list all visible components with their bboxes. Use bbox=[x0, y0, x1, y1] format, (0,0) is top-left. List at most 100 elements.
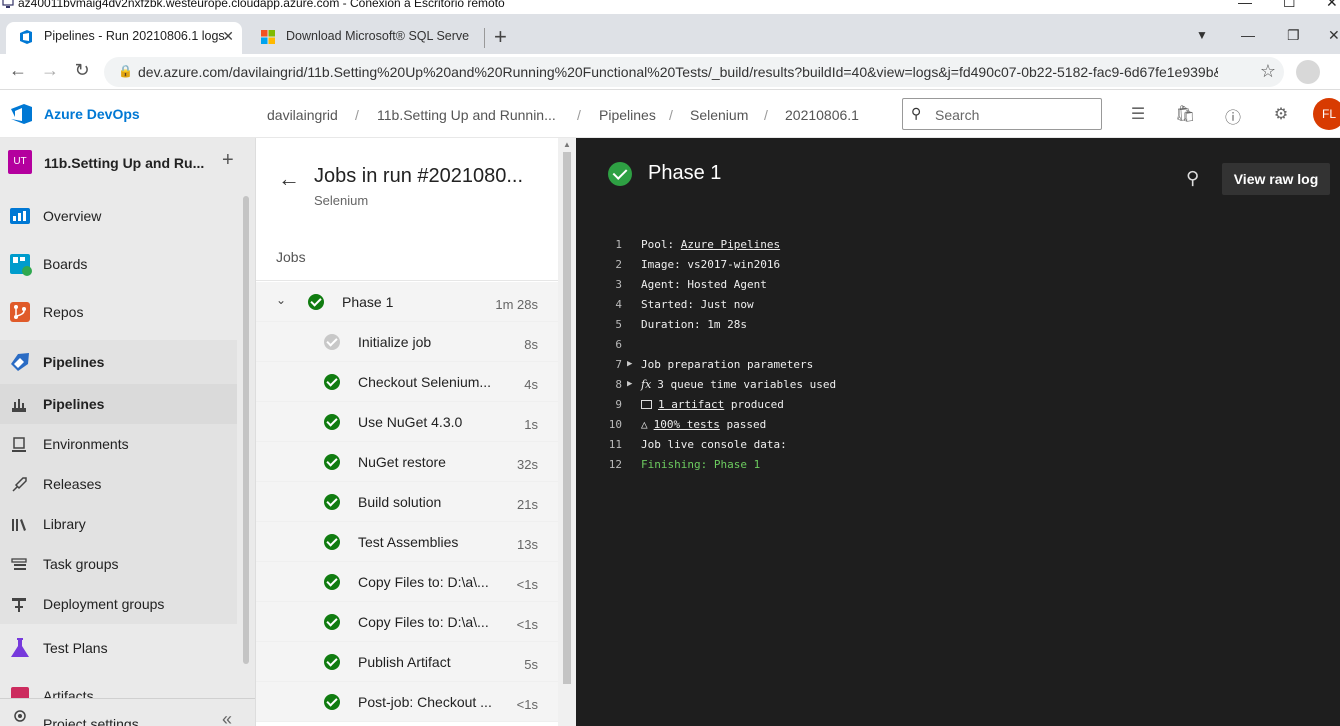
success-check-icon bbox=[324, 494, 340, 510]
project-settings[interactable]: Project settings « bbox=[0, 698, 255, 726]
pool-link[interactable]: Azure Pipelines bbox=[681, 238, 780, 251]
step-row[interactable]: Copy Files to: D:\a\... <1s bbox=[256, 562, 558, 602]
step-name: Test Assemblies bbox=[358, 534, 459, 550]
nav-item-task-groups[interactable]: Task groups bbox=[0, 544, 237, 584]
work-items-list-icon[interactable]: ☰ bbox=[1128, 104, 1148, 124]
browser-toolbar: ← → ↻ 🔒 dev.azure.com/davilaingrid/11b.S… bbox=[0, 54, 1340, 90]
browser-tab-sql-download[interactable]: Download Microsoft® SQL Serve bbox=[248, 22, 484, 54]
log-text: produced bbox=[724, 398, 784, 411]
success-check-icon bbox=[324, 614, 340, 630]
step-row[interactable]: Use NuGet 4.3.0 1s bbox=[256, 402, 558, 442]
nav-item-library[interactable]: Library bbox=[0, 504, 237, 544]
search-placeholder: Search bbox=[935, 107, 980, 123]
nav-item-deployment-groups[interactable]: Deployment groups bbox=[0, 584, 237, 624]
nav-item-boards[interactable]: Boards bbox=[0, 244, 237, 284]
nav-item-environments[interactable]: Environments bbox=[0, 424, 237, 464]
log-text: Started: Just now bbox=[641, 298, 754, 311]
browser-tab-pipelines[interactable]: Pipelines - Run 20210806.1 logs ✕ bbox=[6, 22, 242, 54]
tab-label: Download Microsoft® SQL Serve bbox=[286, 29, 470, 43]
tests-link[interactable]: 100% tests bbox=[654, 418, 720, 431]
view-raw-log-button[interactable]: View raw log bbox=[1222, 163, 1330, 195]
gear-icon bbox=[14, 710, 26, 722]
tab-search-icon[interactable]: ▼ bbox=[1196, 28, 1208, 42]
browser-restore-icon[interactable]: ❐ bbox=[1287, 27, 1300, 44]
breadcrumb-project[interactable]: 11b.Setting Up and Runnin... bbox=[377, 107, 556, 123]
overview-icon bbox=[10, 208, 30, 224]
reload-icon[interactable]: ↻ bbox=[70, 60, 94, 81]
new-tab-icon[interactable]: + bbox=[494, 24, 507, 50]
nav-scrollbar[interactable] bbox=[243, 196, 249, 664]
line-number: 7 bbox=[615, 358, 622, 371]
forward-arrow-icon[interactable]: → bbox=[38, 60, 62, 81]
nav-item-releases[interactable]: Releases bbox=[0, 464, 237, 504]
breadcrumb-organization[interactable]: davilaingrid bbox=[267, 107, 338, 123]
success-check-icon bbox=[324, 654, 340, 670]
help-icon[interactable]: ⓘ bbox=[1223, 104, 1243, 128]
chevron-down-icon[interactable]: ⌄ bbox=[276, 293, 286, 307]
step-row[interactable]: NuGet restore 32s bbox=[256, 442, 558, 482]
step-name: Publish Artifact bbox=[358, 654, 451, 670]
expand-triangle-icon[interactable]: ▶ bbox=[627, 359, 632, 369]
browser-close-icon[interactable]: ✕ bbox=[1328, 27, 1340, 44]
collapse-nav-icon[interactable]: « bbox=[222, 709, 232, 726]
line-number: 8 bbox=[615, 378, 622, 391]
pipeline-name[interactable]: Selenium bbox=[314, 193, 368, 208]
tab-close-icon[interactable]: ✕ bbox=[222, 22, 234, 50]
breadcrumb-pipeline[interactable]: Selenium bbox=[690, 107, 748, 123]
nav-item-pipelines[interactable]: Pipelines bbox=[0, 384, 237, 424]
address-bar[interactable]: 🔒 dev.azure.com/davilaingrid/11b.Setting… bbox=[104, 57, 1284, 87]
nav-item-repos[interactable]: Repos bbox=[0, 292, 237, 332]
jobs-scrollbar[interactable]: ▲ bbox=[558, 138, 576, 726]
step-row[interactable]: Test Assemblies 13s bbox=[256, 522, 558, 562]
step-duration: 8s bbox=[524, 337, 538, 352]
add-icon[interactable]: + bbox=[222, 149, 234, 172]
repos-icon bbox=[10, 302, 30, 322]
step-name: Checkout Selenium... bbox=[358, 374, 492, 390]
browser-minimize-icon[interactable]: — bbox=[1241, 27, 1255, 43]
step-row[interactable]: Publish Artifact 5s bbox=[256, 642, 558, 682]
breadcrumb-pipelines[interactable]: Pipelines bbox=[599, 107, 656, 123]
job-row-phase[interactable]: ⌄ Phase 1 1m 28s bbox=[256, 282, 558, 322]
browser-tabstrip: Pipelines - Run 20210806.1 logs ✕ Downlo… bbox=[0, 14, 1340, 54]
back-arrow-icon[interactable]: ← bbox=[6, 60, 30, 81]
step-row[interactable]: Initialize job 8s bbox=[256, 322, 558, 362]
browser-profile-icon[interactable] bbox=[1296, 60, 1320, 84]
search-icon[interactable]: ⚲ bbox=[1186, 168, 1199, 189]
back-arrow-icon[interactable]: ← bbox=[278, 166, 300, 192]
log-text: Image: vs2017-win2016 bbox=[641, 258, 781, 271]
search-input[interactable]: ⚲ Search bbox=[902, 98, 1102, 130]
step-duration: <1s bbox=[516, 577, 538, 592]
step-duration: 21s bbox=[517, 497, 538, 512]
step-row[interactable]: Copy Files to: D:\a\... <1s bbox=[256, 602, 558, 642]
user-settings-icon[interactable]: ⚙ bbox=[1271, 104, 1291, 124]
breadcrumb-run[interactable]: 20210806.1 bbox=[785, 107, 859, 123]
step-name: Copy Files to: D:\a\... bbox=[358, 574, 489, 590]
task-groups-icon bbox=[11, 558, 27, 570]
avatar[interactable]: FL bbox=[1313, 98, 1340, 130]
nav-item-label: Pipelines bbox=[43, 396, 105, 412]
close-window-icon[interactable]: ✕ bbox=[1326, 0, 1338, 11]
url-text: dev.azure.com/davilaingrid/11b.Setting%2… bbox=[138, 64, 1218, 80]
maximize-icon[interactable]: ☐ bbox=[1283, 0, 1296, 11]
log-text: 3 queue time variables used bbox=[657, 378, 837, 391]
log-text-finishing: Finishing: Phase 1 bbox=[641, 458, 761, 471]
library-icon bbox=[12, 519, 26, 531]
project-header[interactable]: UT 11b.Setting Up and Ru... + bbox=[0, 138, 255, 186]
artifact-link[interactable]: 1 artifact bbox=[658, 398, 724, 411]
bookmark-star-icon[interactable]: ☆ bbox=[1260, 61, 1276, 82]
product-name[interactable]: Azure DevOps bbox=[44, 106, 140, 122]
nav-item-overview[interactable]: Overview bbox=[0, 196, 237, 236]
step-row[interactable]: Checkout Selenium... 4s bbox=[256, 362, 558, 402]
marketplace-bag-icon[interactable]: 🛍 bbox=[1175, 104, 1195, 124]
step-row[interactable]: Build solution 21s bbox=[256, 482, 558, 522]
scroll-up-icon[interactable]: ▲ bbox=[563, 140, 571, 149]
expand-triangle-icon[interactable]: ▶ bbox=[627, 379, 632, 389]
nav-item-label: Library bbox=[43, 516, 86, 532]
nav-item-pipelines-group[interactable]: Pipelines bbox=[0, 340, 237, 384]
step-row[interactable]: Post-job: Checkout ... <1s bbox=[256, 682, 558, 722]
nav-item-test-plans[interactable]: Test Plans bbox=[0, 628, 237, 668]
remote-desktop-titlebar: az40011bvmaig4dv2nxfzbk.westeurope.cloud… bbox=[0, 0, 1340, 14]
scrollbar-thumb[interactable] bbox=[563, 152, 571, 684]
minimize-icon[interactable]: — bbox=[1238, 0, 1252, 10]
azure-devops-logo-icon[interactable] bbox=[10, 103, 34, 125]
